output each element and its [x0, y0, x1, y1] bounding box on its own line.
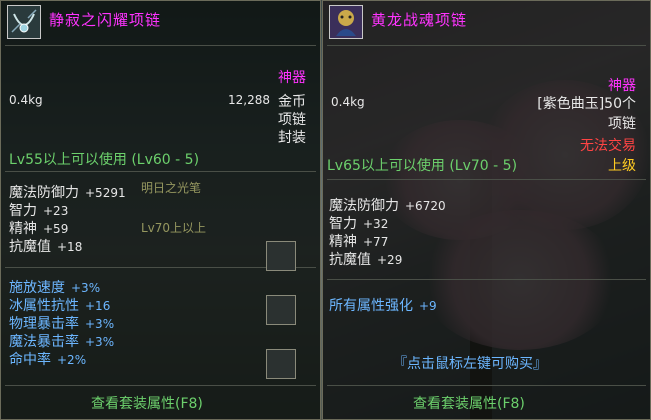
bonus-row: 所有属性强化 +9 [329, 298, 437, 314]
trade-status: 无法交易 [580, 138, 636, 154]
stat-row: 智力 +32 [329, 216, 389, 232]
stat-row: 抗魔值 +29 [329, 252, 403, 268]
divider [327, 279, 646, 280]
necklace-icon [7, 5, 41, 39]
view-set-attributes-button[interactable]: 查看套装属性(F8) [91, 393, 203, 413]
divider [5, 171, 316, 172]
price-unit: 金币 [278, 94, 306, 110]
bonus-row: 物理暴击率 +3% [9, 316, 115, 332]
stat-row: 魔法防御力 +5291 [9, 185, 126, 201]
necklace-icon [329, 5, 363, 39]
divider [327, 385, 646, 386]
stat-row: 抗魔值 +18 [9, 239, 83, 255]
item-title: 黄龙战魂项链 [371, 11, 468, 29]
view-set-attributes-button[interactable]: 查看套装属性(F8) [413, 393, 525, 413]
inventory-slot[interactable] [266, 349, 296, 379]
item-type: 项链 [278, 112, 306, 128]
bonus-row: 魔法暴击率 +3% [9, 334, 115, 350]
weight: 0.4kg [9, 93, 43, 107]
stat-row: 魔法防御力 +6720 [329, 198, 446, 214]
item-title: 静寂之闪耀项链 [49, 11, 162, 29]
bonus-row: 施放速度 +3% [9, 280, 101, 296]
level-requirement: Lv65以上可以使用 (Lv70 - 5) [327, 158, 518, 174]
rarity-label: 神器 [608, 78, 636, 94]
buy-hint: 『点击鼠标左键可购买』 [393, 356, 547, 372]
divider [327, 179, 646, 180]
background-text: Lv70上以上 [141, 221, 207, 235]
divider [327, 45, 646, 46]
price-value: 12,288 [228, 93, 270, 107]
weight: 0.4kg [331, 95, 365, 109]
bonus-row: 命中率 +2% [9, 352, 87, 368]
seal-status: 封装 [278, 130, 306, 146]
inventory-slot[interactable] [266, 295, 296, 325]
price-value: [紫色曲玉]50个 [537, 96, 636, 112]
stat-row: 精神 +59 [9, 221, 69, 237]
level-requirement: Lv55以上可以使用 (Lv60 - 5) [9, 152, 200, 168]
inventory-slot[interactable] [266, 241, 296, 271]
item-tooltip-right: 黄龙战魂项链 神器 0.4kg [紫色曲玉]50个 项链 无法交易 上级 Lv6… [322, 0, 651, 420]
item-type: 项链 [608, 116, 636, 132]
bonus-row: 冰属性抗性 +16 [9, 298, 111, 314]
stat-row: 精神 +77 [329, 234, 389, 250]
background-text: 明日之光笔 [141, 181, 202, 195]
rarity-label: 神器 [278, 70, 306, 86]
item-tooltip-left: 静寂之闪耀项链 神器 0.4kg 12,288 金币 项链 封装 Lv55以上可… [0, 0, 321, 420]
item-grade: 上级 [608, 158, 636, 174]
divider [5, 385, 316, 386]
stat-row: 智力 +23 [9, 203, 69, 219]
divider [5, 45, 316, 46]
